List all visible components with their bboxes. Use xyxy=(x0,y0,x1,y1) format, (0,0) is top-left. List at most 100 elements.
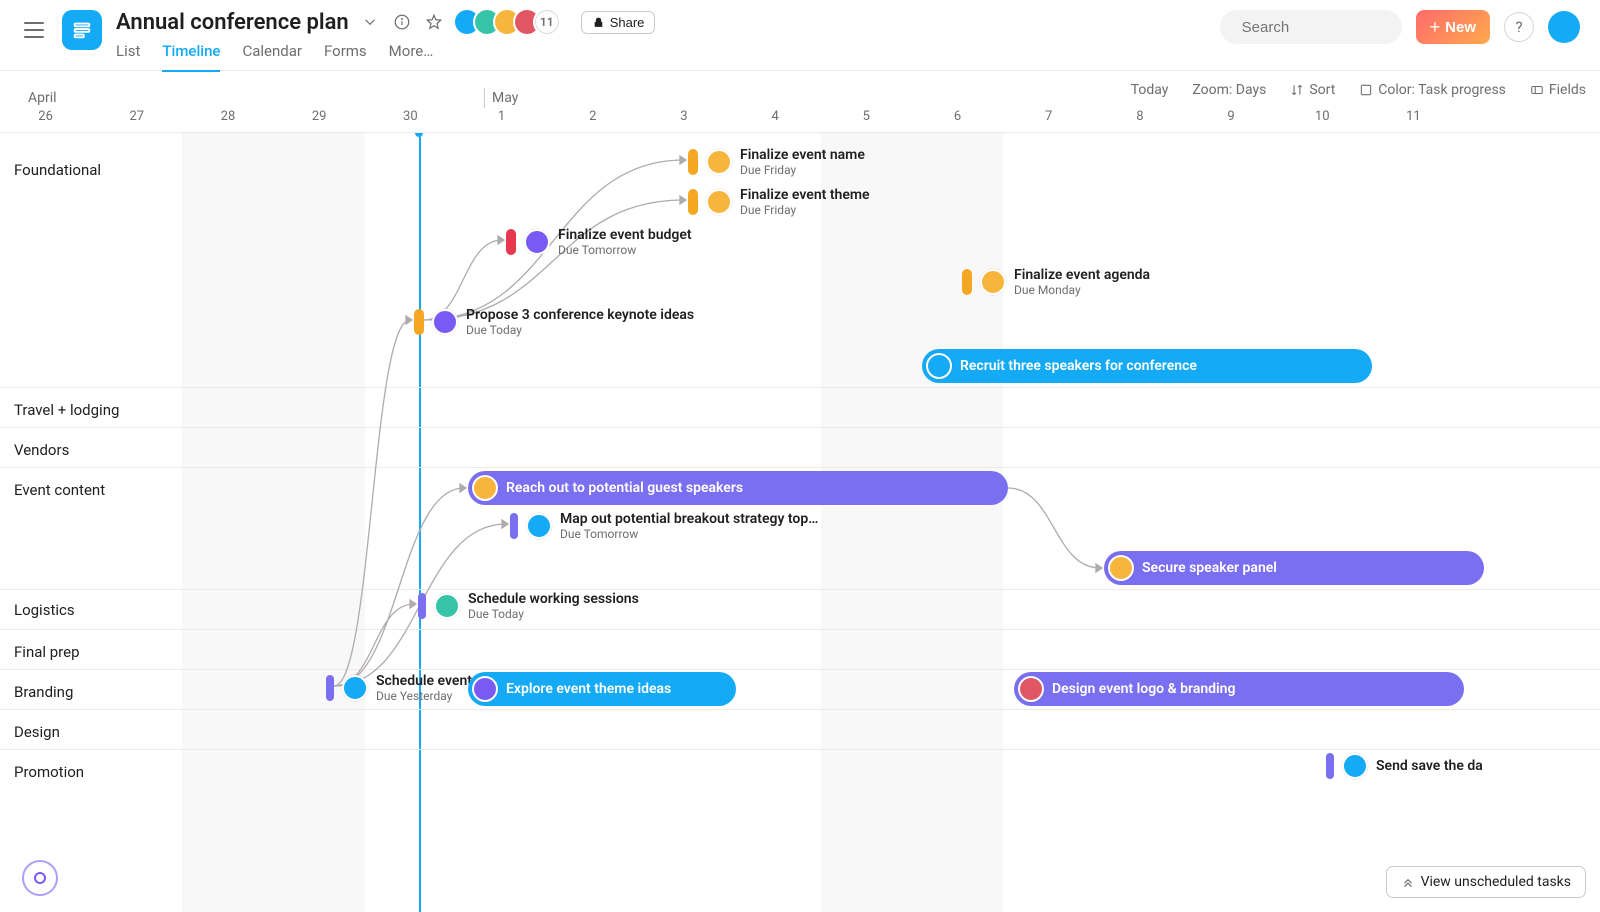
task-title: Send save the da xyxy=(1376,758,1483,774)
double-chevron-up-icon xyxy=(1401,875,1415,889)
task-title: Design event logo & branding xyxy=(1052,681,1235,697)
date-cell: 8 xyxy=(1094,109,1185,132)
task-due: Due Today xyxy=(468,607,639,621)
task-chip xyxy=(688,149,698,175)
tab-list[interactable]: List xyxy=(116,42,140,72)
task-title: Recruit three speakers for conference xyxy=(960,358,1197,374)
month-label: April xyxy=(28,90,57,106)
section-label[interactable]: Branding xyxy=(14,683,73,701)
member-avatars[interactable]: 11 xyxy=(461,8,561,36)
task-due: Due Friday xyxy=(740,163,865,177)
chevron-down-icon[interactable] xyxy=(359,11,381,33)
header-right: +New ? xyxy=(1220,10,1580,44)
tab-more[interactable]: More… xyxy=(389,42,434,72)
date-cell: 1 xyxy=(456,109,547,132)
task[interactable]: Design event logo & branding xyxy=(1014,672,1464,706)
task[interactable]: Recruit three speakers for conference xyxy=(922,349,1372,383)
timeline-canvas[interactable]: Foundational Travel + lodging Vendors Event… xyxy=(0,133,1600,912)
task[interactable]: Schedule event …Due Yesterday xyxy=(326,673,486,703)
date-cell: 5 xyxy=(821,109,912,132)
task-title: Finalize event agenda xyxy=(1014,267,1150,283)
section-label[interactable]: Foundational xyxy=(14,161,101,179)
task-title: Propose 3 conference keynote ideas xyxy=(466,307,694,323)
assignee-avatar xyxy=(926,353,952,379)
project-title[interactable]: Annual conference plan xyxy=(116,10,349,35)
task[interactable]: Map out potential breakout strategy top…… xyxy=(510,511,818,541)
fields-button[interactable]: Fields xyxy=(1530,82,1586,98)
sort-button[interactable]: Sort xyxy=(1290,82,1335,98)
task[interactable]: Finalize event budgetDue Tomorrow xyxy=(506,227,692,257)
task-title: Explore event theme ideas xyxy=(506,681,671,697)
date-cell: 9 xyxy=(1185,109,1276,132)
tab-forms[interactable]: Forms xyxy=(324,42,367,72)
task[interactable]: Propose 3 conference keynote ideasDue To… xyxy=(414,307,694,337)
task[interactable]: Explore event theme ideas xyxy=(468,672,736,706)
task-title: Schedule working sessions xyxy=(468,591,639,607)
task[interactable]: Finalize event agendaDue Monday xyxy=(962,267,1150,297)
tab-calendar[interactable]: Calendar xyxy=(242,42,302,72)
assignee-avatar xyxy=(706,149,732,175)
today-button[interactable]: Today xyxy=(1131,82,1169,98)
task-pill: Recruit three speakers for conference xyxy=(922,349,1372,383)
date-scale: 26272829301234567891011 xyxy=(0,109,1600,133)
top-header: Annual conference plan 11 Share List Tim… xyxy=(0,0,1600,71)
task-due: Due Tomorrow xyxy=(560,527,818,541)
section-label[interactable]: Vendors xyxy=(14,441,69,459)
new-button[interactable]: +New xyxy=(1416,10,1490,44)
current-user-avatar[interactable] xyxy=(1548,11,1580,43)
task-chip xyxy=(418,593,426,619)
search-input[interactable] xyxy=(1220,10,1402,44)
help-icon[interactable]: ? xyxy=(1504,12,1534,42)
info-icon[interactable] xyxy=(391,11,413,33)
task-due: Due Today xyxy=(466,323,694,337)
section-label[interactable]: Promotion xyxy=(14,763,84,781)
project-icon[interactable] xyxy=(62,10,102,50)
project-tabs: List Timeline Calendar Forms More… xyxy=(116,42,1206,72)
task-chip xyxy=(414,309,424,335)
task[interactable]: Send save the da xyxy=(1326,753,1483,779)
assignee-avatar xyxy=(526,513,552,539)
date-cell: 26 xyxy=(0,109,91,132)
task[interactable]: Reach out to potential guest speakers xyxy=(468,471,1008,505)
menu-icon[interactable] xyxy=(20,16,48,44)
task-pill: Reach out to potential guest speakers xyxy=(468,471,1008,505)
month-label: May xyxy=(492,90,518,106)
task-chip xyxy=(1326,753,1334,779)
assignee-avatar xyxy=(1342,753,1368,779)
task-title: Finalize event theme xyxy=(740,187,870,203)
date-cell: 28 xyxy=(182,109,273,132)
task[interactable]: Finalize event themeDue Friday xyxy=(688,187,870,217)
avatar-overflow-count: 11 xyxy=(533,8,561,36)
view-unscheduled-button[interactable]: View unscheduled tasks xyxy=(1386,866,1586,898)
task-chip xyxy=(688,189,698,215)
task[interactable]: Finalize event nameDue Friday xyxy=(688,147,865,177)
date-cell: 3 xyxy=(638,109,729,132)
date-cell: 11 xyxy=(1368,109,1459,132)
feedback-icon[interactable] xyxy=(22,860,58,896)
section-label[interactable]: Logistics xyxy=(14,601,75,619)
section-label[interactable]: Design xyxy=(14,723,60,741)
search-field[interactable] xyxy=(1242,19,1441,36)
star-icon[interactable] xyxy=(423,11,445,33)
task-due: Due Tomorrow xyxy=(558,243,692,257)
task[interactable]: Schedule working sessionsDue Today xyxy=(418,591,639,621)
section-label[interactable]: Final prep xyxy=(14,643,80,661)
task[interactable]: Secure speaker panel xyxy=(1104,551,1484,585)
assignee-avatar xyxy=(472,475,498,501)
today-indicator xyxy=(419,133,421,912)
task-chip xyxy=(326,675,334,701)
date-cell: 30 xyxy=(365,109,456,132)
header-center: Annual conference plan 11 Share List Tim… xyxy=(116,8,1206,72)
color-button[interactable]: Color: Task progress xyxy=(1359,82,1506,98)
task-title: Finalize event name xyxy=(740,147,865,163)
zoom-button[interactable]: Zoom: Days xyxy=(1192,82,1266,98)
task-title: Map out potential breakout strategy top… xyxy=(560,511,818,527)
tab-timeline[interactable]: Timeline xyxy=(162,42,220,72)
section-label[interactable]: Event content xyxy=(14,481,105,499)
assignee-avatar xyxy=(1108,555,1134,581)
assignee-avatar xyxy=(342,675,368,701)
task-due: Due Monday xyxy=(1014,283,1150,297)
section-label[interactable]: Travel + lodging xyxy=(14,401,119,419)
date-cell: 10 xyxy=(1277,109,1368,132)
share-button[interactable]: Share xyxy=(581,11,656,34)
